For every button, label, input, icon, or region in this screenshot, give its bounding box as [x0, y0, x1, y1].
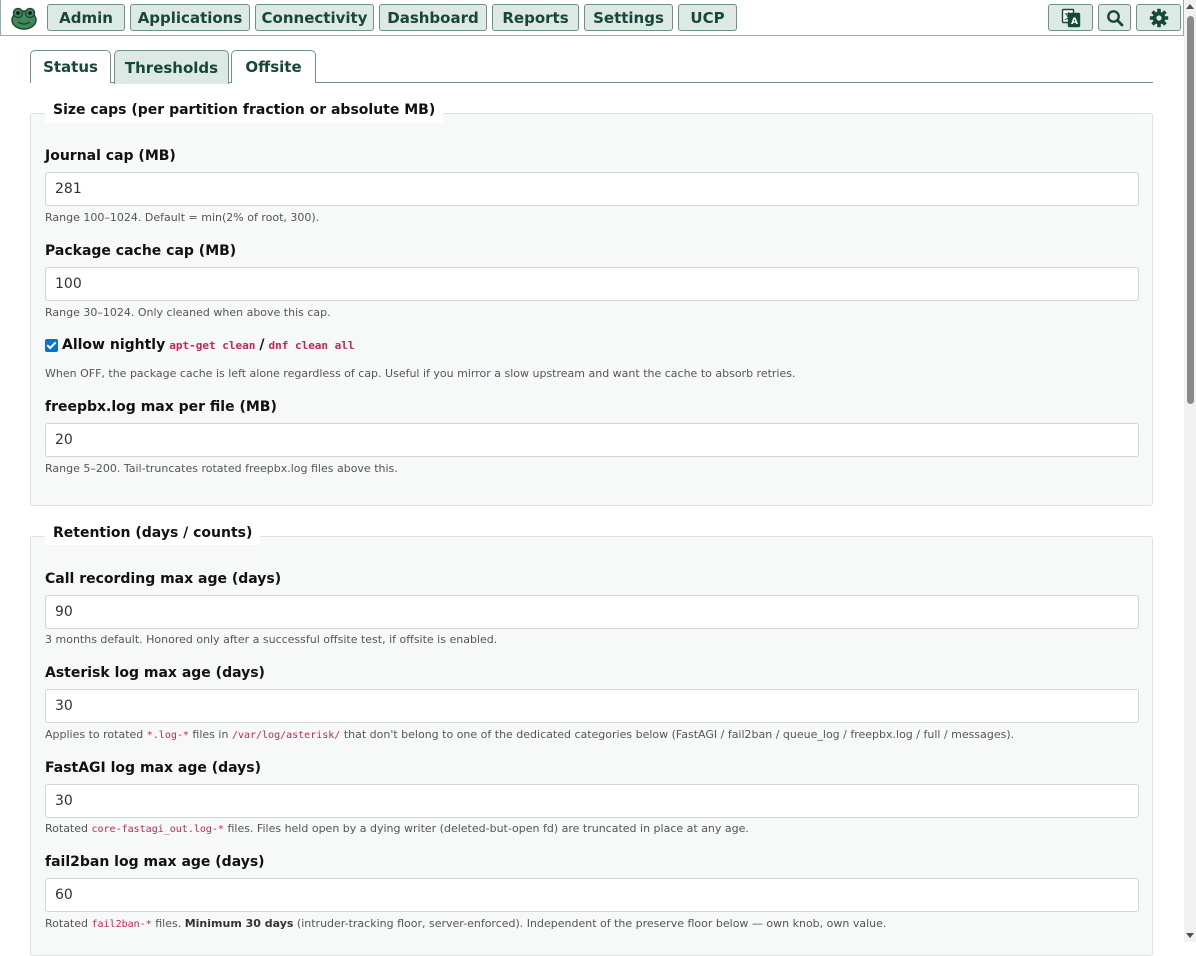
package-cache-cap-input[interactable]: 100 — [45, 267, 1139, 301]
fail2ban-log-max-age-input[interactable]: 60 — [45, 878, 1139, 912]
scroll-up-arrow-icon[interactable] — [1186, 4, 1194, 9]
freepbx-log-max-label: freepbx.log max per file (MB) — [45, 399, 277, 415]
nav-connectivity[interactable]: Connectivity — [255, 4, 374, 31]
cmd-separator: / — [259, 337, 265, 353]
minimum-days-strong: Minimum 30 days — [184, 917, 294, 930]
call-recording-max-age-label: Call recording max age (days) — [45, 571, 282, 587]
translate-button[interactable]: 文 A — [1048, 4, 1093, 31]
nav-admin[interactable]: Admin — [47, 4, 125, 31]
fastagi-log-max-age-input[interactable]: 30 — [45, 784, 1139, 818]
allow-nightly-label: Allow nightly — [62, 337, 166, 353]
help-text: Rotated — [45, 917, 88, 930]
journal-cap-help: Range 100–1024. Default = min(2% of root… — [45, 211, 320, 224]
help-text: files. — [155, 917, 182, 930]
translate-icon: 文 A — [1061, 8, 1081, 28]
call-recording-max-age-input[interactable]: 90 — [45, 595, 1139, 629]
help-text: Applies to rotated — [45, 728, 144, 741]
fail2ban-log-max-age-help: Rotated fail2ban-* files. Minimum 30 day… — [45, 917, 886, 930]
help-text: files. Files held open by a dying writer… — [227, 822, 749, 835]
help-text: (intruder-tracking floor, server-enforce… — [296, 917, 887, 930]
nav-reports[interactable]: Reports — [492, 4, 579, 31]
gear-icon — [1149, 8, 1169, 28]
package-cache-cap-label: Package cache cap (MB) — [45, 243, 237, 259]
nav-settings[interactable]: Settings — [584, 4, 673, 31]
search-button[interactable] — [1098, 4, 1131, 31]
call-recording-max-age-help: 3 months default. Honored only after a s… — [45, 633, 498, 646]
log-glob-code: *.log-* — [146, 730, 189, 741]
tab-offsite[interactable]: Offsite — [231, 50, 316, 83]
help-text: files in — [192, 728, 229, 741]
asterisk-log-max-age-help: Applies to rotated *.log-* files in /var… — [45, 728, 1014, 741]
tab-status[interactable]: Status — [30, 50, 111, 83]
nav-dashboard[interactable]: Dashboard — [379, 4, 487, 31]
svg-text:A: A — [1071, 17, 1078, 27]
top-navbar: Admin Applications Connectivity Dashboar… — [0, 0, 1184, 36]
scroll-down-arrow-icon[interactable] — [1186, 933, 1194, 938]
retention-legend: Retention (days / counts) — [45, 521, 261, 545]
search-icon — [1106, 9, 1124, 27]
journal-cap-label: Journal cap (MB) — [45, 148, 176, 164]
size-caps-section: Size caps (per partition fraction or abs… — [30, 98, 1153, 506]
fastagi-glob-code: core-fastagi_out.log-* — [91, 824, 224, 835]
allow-nightly-row: Allow nightly apt-get clean / dnf clean … — [45, 337, 355, 353]
nav-applications[interactable]: Applications — [130, 4, 250, 31]
allow-nightly-help: When OFF, the package cache is left alon… — [45, 367, 796, 380]
allow-nightly-checkbox[interactable] — [45, 338, 58, 352]
page-scrollbar[interactable] — [1184, 0, 1196, 942]
dnf-clean-all-code: dnf clean all — [268, 338, 355, 352]
size-caps-legend: Size caps (per partition fraction or abs… — [45, 98, 444, 122]
asterisk-path-code: /var/log/asterisk/ — [231, 730, 341, 741]
help-text: Rotated — [45, 822, 88, 835]
package-cache-cap-help: Range 30–1024. Only cleaned when above t… — [45, 306, 331, 319]
tab-thresholds[interactable]: Thresholds — [114, 50, 229, 84]
freepbx-log-max-help: Range 5–200. Tail-truncates rotated free… — [45, 462, 398, 475]
help-text: that don't belong to one of the dedicate… — [343, 728, 1015, 741]
nav-ucp[interactable]: UCP — [678, 4, 737, 31]
scroll-thumb[interactable] — [1187, 16, 1194, 404]
fastagi-log-max-age-help: Rotated core-fastagi_out.log-* files. Fi… — [45, 822, 749, 835]
fail2ban-log-max-age-label: fail2ban log max age (days) — [45, 854, 265, 870]
freepbx-log-max-input[interactable]: 20 — [45, 423, 1139, 457]
journal-cap-input[interactable]: 281 — [45, 172, 1139, 206]
asterisk-log-max-age-input[interactable]: 30 — [45, 689, 1139, 723]
apt-get-clean-code: apt-get clean — [169, 338, 256, 352]
fail2ban-glob-code: fail2ban-* — [91, 919, 152, 930]
asterisk-log-max-age-label: Asterisk log max age (days) — [45, 665, 265, 681]
retention-section: Retention (days / counts) Call recording… — [30, 521, 1153, 956]
tab-bar: Status Thresholds Offsite — [30, 50, 1153, 84]
settings-button[interactable] — [1136, 4, 1181, 31]
logo-icon[interactable] — [10, 5, 38, 31]
fastagi-log-max-age-label: FastAGI log max age (days) — [45, 760, 262, 776]
